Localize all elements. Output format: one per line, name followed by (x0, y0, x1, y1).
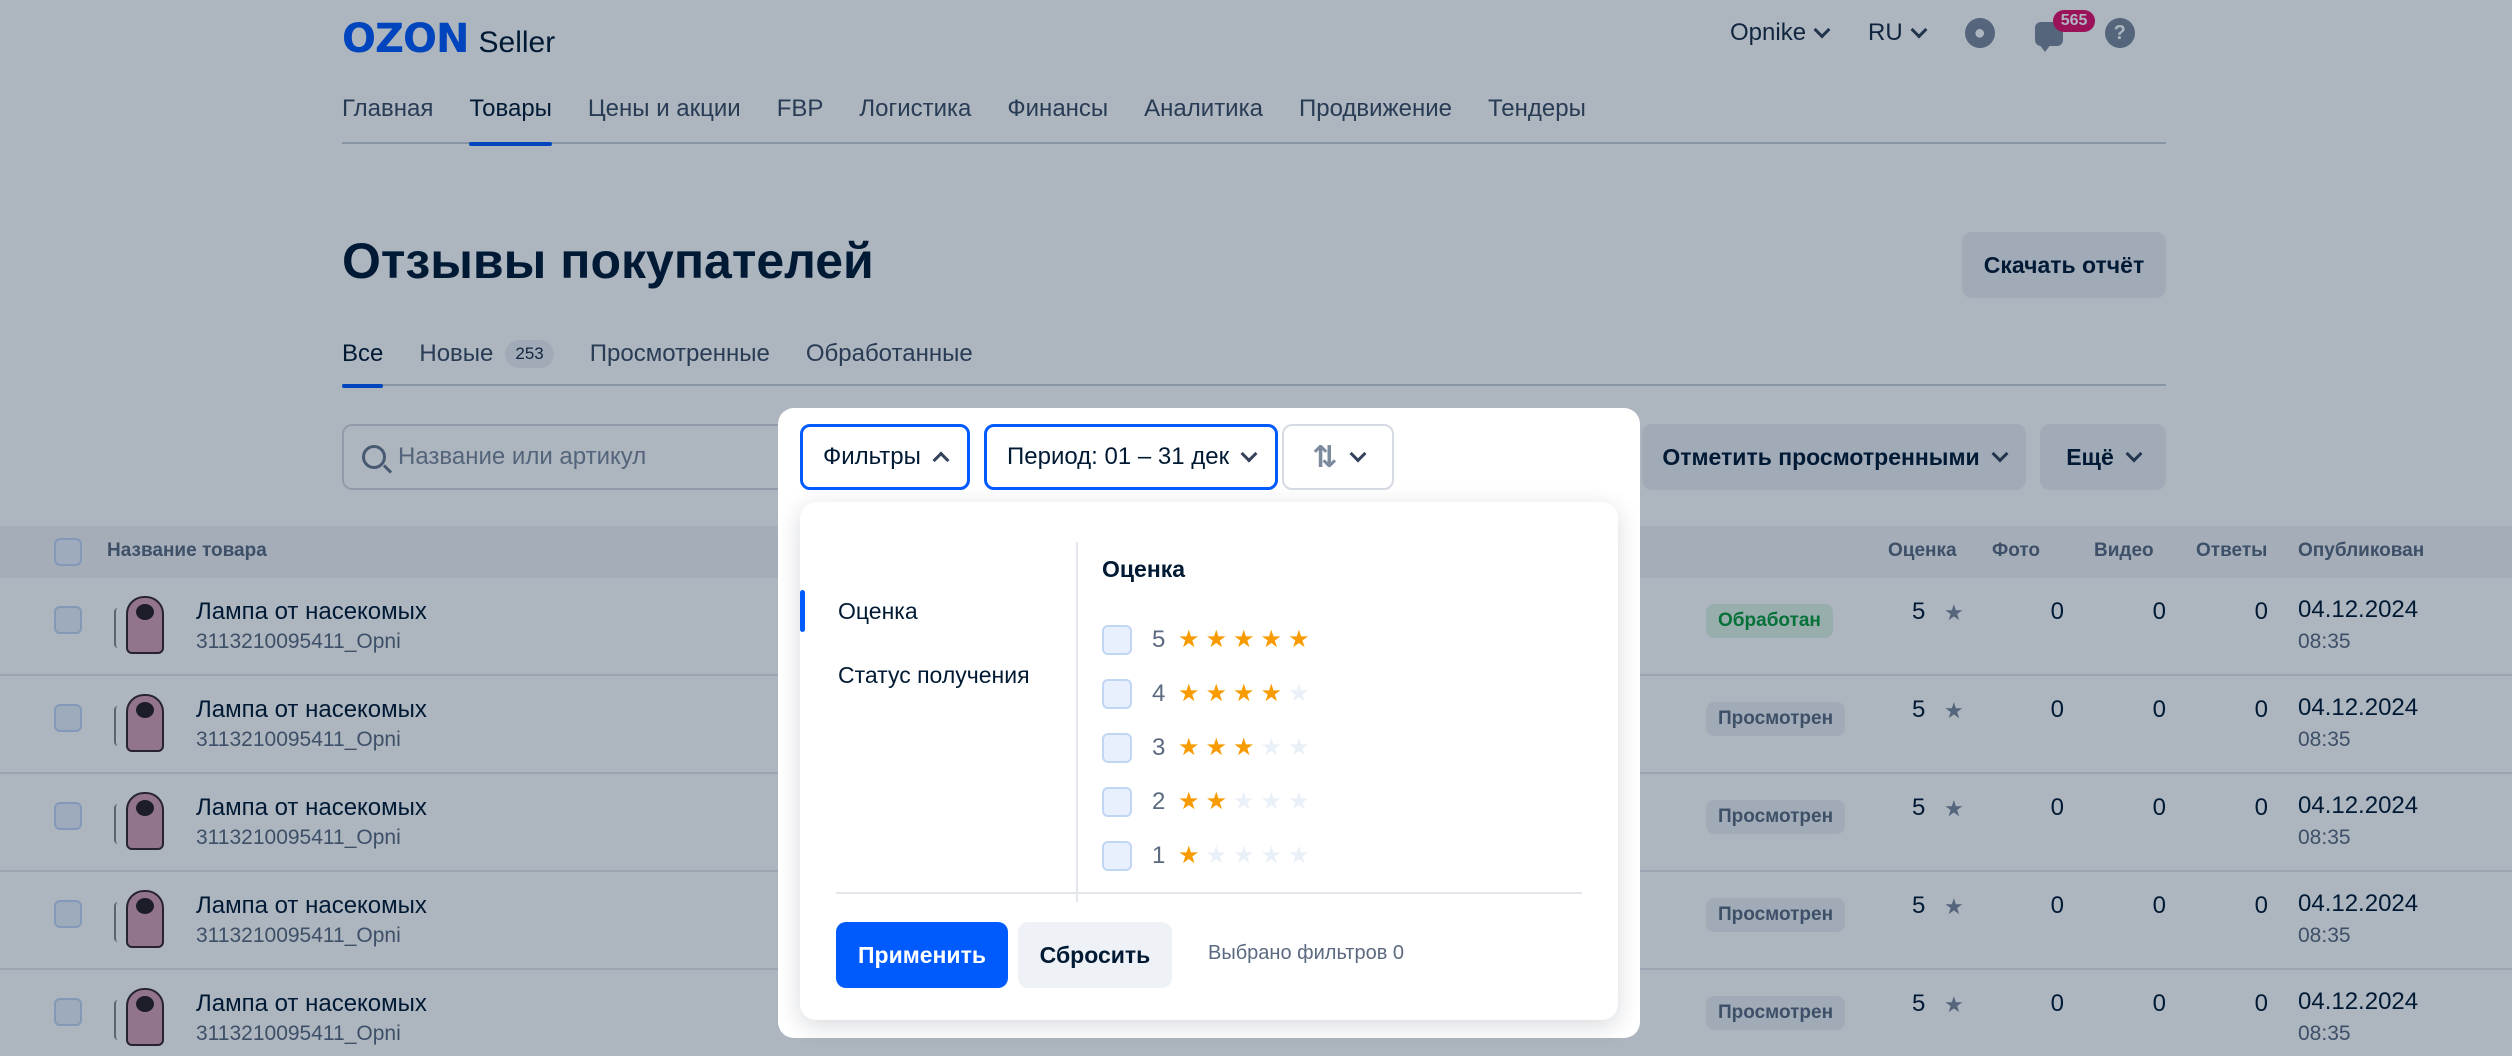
rating-stars: ★ ★ ★ ★ ★ (1178, 844, 1310, 868)
active-indicator (800, 590, 805, 632)
period-button-label: Период: 01 – 31 дек (1007, 443, 1230, 470)
rating-checkbox[interactable] (1102, 841, 1132, 871)
star-icon: ★ (1205, 842, 1228, 869)
rating-value: 5 (1152, 626, 1166, 653)
star-icon: ★ (1260, 680, 1283, 707)
filters-button-label: Фильтры (823, 443, 921, 470)
apply-button[interactable]: Применить (836, 922, 1008, 988)
chevron-down-icon (1240, 445, 1258, 463)
rating-checkbox[interactable] (1102, 679, 1132, 709)
star-icon: ★ (1260, 788, 1283, 815)
rating-option[interactable]: 5 ★ ★ ★ ★ ★ (1102, 624, 1310, 656)
star-icon: ★ (1233, 734, 1255, 761)
star-icon: ★ (1205, 788, 1228, 815)
rating-value: 3 (1152, 734, 1166, 761)
star-icon: ★ (1178, 734, 1200, 761)
star-icon: ★ (1288, 680, 1310, 707)
star-icon: ★ (1233, 626, 1255, 653)
rating-stars: ★ ★ ★ ★ ★ (1178, 790, 1310, 814)
rating-checkbox[interactable] (1102, 733, 1132, 763)
star-icon: ★ (1233, 842, 1255, 869)
star-icon: ★ (1260, 842, 1283, 869)
star-icon: ★ (1233, 788, 1255, 815)
page: OZON Seller Opnike RU ● 565 ? Главная То… (0, 0, 2512, 1056)
filter-section-title: Оценка (1102, 556, 1186, 582)
rating-value: 2 (1152, 788, 1166, 815)
star-icon: ★ (1288, 734, 1310, 761)
rating-value: 4 (1152, 680, 1166, 707)
rating-value: 1 (1152, 842, 1166, 869)
rating-checkbox[interactable] (1102, 625, 1132, 655)
star-icon: ★ (1260, 626, 1283, 653)
filter-category-status[interactable]: Статус получения (838, 660, 1038, 690)
star-icon: ★ (1205, 734, 1228, 761)
star-icon: ★ (1288, 842, 1310, 869)
star-icon: ★ (1205, 680, 1228, 707)
star-icon: ★ (1178, 788, 1200, 815)
star-icon: ★ (1288, 788, 1310, 815)
rating-option[interactable]: 4 ★ ★ ★ ★ ★ (1102, 678, 1310, 710)
star-icon: ★ (1205, 626, 1228, 653)
rating-stars: ★ ★ ★ ★ ★ (1178, 736, 1310, 760)
filter-category-rating[interactable]: Оценка (838, 596, 1038, 626)
selected-filters-count: Выбрано фильтров 0 (1208, 942, 1405, 964)
chevron-up-icon (932, 451, 950, 469)
chevron-down-icon (1349, 445, 1367, 463)
rating-option[interactable]: 1 ★ ★ ★ ★ ★ (1102, 840, 1310, 872)
rating-stars: ★ ★ ★ ★ ★ (1178, 682, 1310, 706)
star-icon: ★ (1178, 680, 1200, 707)
period-button[interactable]: Период: 01 – 31 дек (984, 424, 1279, 490)
rating-stars: ★ ★ ★ ★ ★ (1178, 628, 1310, 652)
star-icon: ★ (1288, 626, 1310, 653)
rating-checkbox[interactable] (1102, 787, 1132, 817)
filters-button[interactable]: Фильтры (800, 424, 970, 490)
filter-sidebar: Оценка Статус получения (800, 542, 1078, 902)
star-icon: ★ (1178, 626, 1200, 653)
sort-icon: ⇅ (1312, 440, 1338, 474)
star-icon: ★ (1260, 734, 1283, 761)
divider (836, 892, 1582, 894)
filter-popup: Фильтры Период: 01 – 31 дек ⇅ Оценка Ста… (778, 408, 1640, 1038)
star-icon: ★ (1178, 842, 1200, 869)
rating-option[interactable]: 2 ★ ★ ★ ★ ★ (1102, 786, 1310, 818)
filter-panel: Оценка Статус получения Оценка 5 ★ ★ ★ ★ ★ 4 ★ ★… (800, 502, 1618, 1020)
star-icon: ★ (1233, 680, 1255, 707)
sort-button[interactable]: ⇅ (1282, 424, 1394, 490)
rating-option[interactable]: 3 ★ ★ ★ ★ ★ (1102, 732, 1310, 764)
reset-button[interactable]: Сбросить (1018, 922, 1172, 988)
